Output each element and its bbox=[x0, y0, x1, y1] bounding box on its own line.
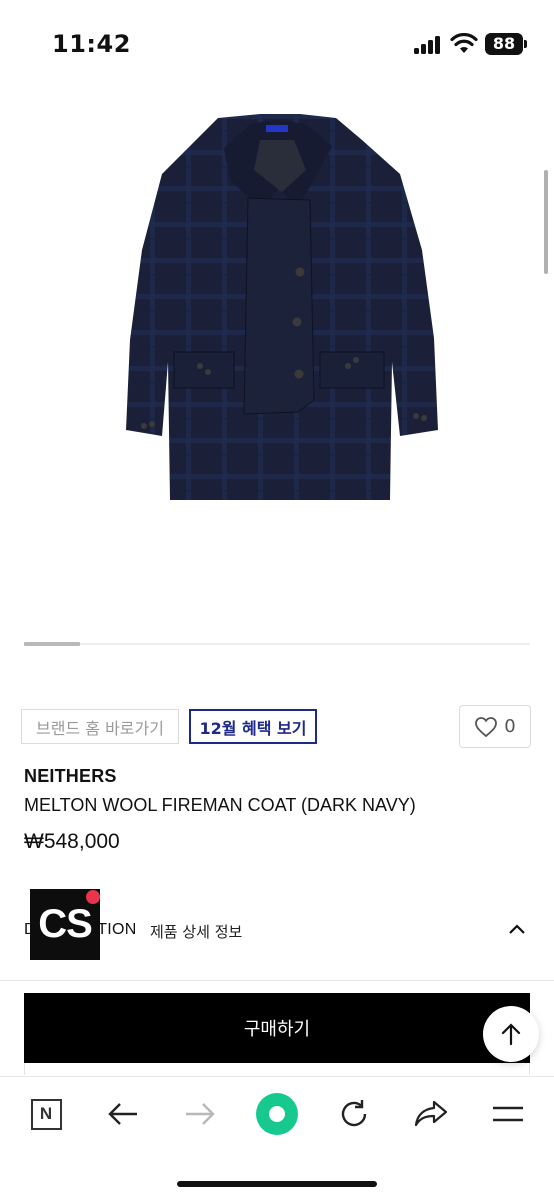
product-name: MELTON WOOL FIREMAN COAT (DARK NAVY) bbox=[24, 795, 416, 815]
forward-button[interactable] bbox=[178, 1097, 222, 1131]
n-logo-icon: N bbox=[30, 1098, 62, 1130]
menu-icon bbox=[493, 1106, 523, 1122]
cs-badge-dot bbox=[86, 890, 100, 904]
buy-button[interactable]: 구매하기 bbox=[24, 993, 530, 1063]
back-button[interactable] bbox=[101, 1097, 145, 1131]
status-time: 11:42 bbox=[52, 30, 131, 58]
wifi-icon bbox=[450, 33, 478, 53]
divider bbox=[0, 980, 554, 981]
product-image[interactable] bbox=[100, 100, 454, 520]
buy-button-underline bbox=[24, 1063, 530, 1075]
menu-button[interactable] bbox=[486, 1097, 530, 1131]
december-benefits-button[interactable]: 12월 혜택 보기 bbox=[189, 709, 317, 744]
brand-name[interactable]: NEITHERS bbox=[24, 766, 117, 787]
battery-icon: 88 bbox=[485, 33, 527, 55]
carousel-active-indicator bbox=[24, 642, 80, 646]
share-icon bbox=[414, 1100, 448, 1127]
carousel-track bbox=[24, 643, 530, 645]
arrow-up-icon bbox=[501, 1023, 521, 1046]
home-dot-icon bbox=[256, 1093, 298, 1135]
refresh-icon bbox=[341, 1100, 367, 1127]
chevron-up-icon bbox=[509, 924, 525, 934]
home-indicator bbox=[177, 1181, 377, 1187]
forward-arrow-icon bbox=[186, 1103, 215, 1125]
like-button[interactable]: 0 bbox=[459, 705, 531, 748]
signal-icon bbox=[414, 36, 442, 54]
description-subtitle: 제품 상세 정보 bbox=[150, 923, 243, 941]
page-scrollbar[interactable] bbox=[544, 170, 548, 274]
status-bar: 11:42 88 bbox=[0, 0, 554, 88]
share-button[interactable] bbox=[409, 1097, 453, 1131]
back-arrow-icon bbox=[108, 1103, 137, 1125]
home-button[interactable] bbox=[255, 1093, 299, 1135]
n-logo-button[interactable]: N bbox=[24, 1097, 68, 1131]
like-count: 0 bbox=[504, 716, 516, 737]
scroll-to-top-button[interactable] bbox=[483, 1006, 539, 1062]
brand-home-button[interactable]: 브랜드 홈 바로가기 bbox=[21, 709, 179, 744]
heart-icon bbox=[475, 716, 498, 737]
refresh-button[interactable] bbox=[332, 1097, 376, 1131]
product-price: ₩548,000 bbox=[24, 830, 120, 853]
